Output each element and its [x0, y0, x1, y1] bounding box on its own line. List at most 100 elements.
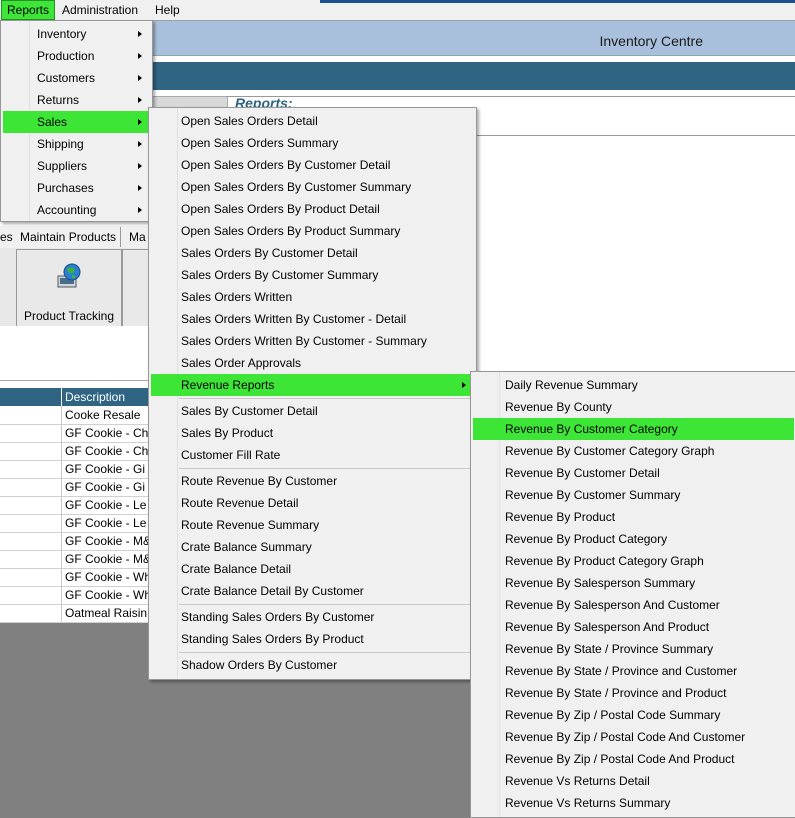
product-tracking-button[interactable]: Product Tracking: [16, 249, 122, 327]
menu-item-crate-balance-detail[interactable]: Crate Balance Detail: [151, 558, 474, 580]
menu-item-revenue-by-zip-postal-code-and-customer[interactable]: Revenue By Zip / Postal Code And Custome…: [473, 726, 794, 748]
menu-item-shadow-orders-by-customer[interactable]: Shadow Orders By Customer: [151, 654, 474, 676]
menu-item-revenue-by-salesperson-and-product[interactable]: Revenue By Salesperson And Product: [473, 616, 794, 638]
table-cell-description[interactable]: GF Cookie - M&: [65, 550, 149, 568]
menu-item-suppliers[interactable]: Suppliers: [3, 155, 150, 177]
menu-item-revenue-by-state-province-and-customer[interactable]: Revenue By State / Province and Customer: [473, 660, 794, 682]
table-cell-code[interactable]: [0, 478, 62, 496]
menu-item-customers[interactable]: Customers: [3, 67, 150, 89]
menu-item-standing-sales-orders-by-product[interactable]: Standing Sales Orders By Product: [151, 628, 474, 650]
menu-bar: Reports Administration Help: [0, 0, 795, 21]
table-row[interactable]: GF Cookie - Ch: [0, 442, 150, 461]
table-cell-description[interactable]: Oatmeal Raisin: [65, 604, 149, 622]
toolbar-button-partial[interactable]: [122, 249, 151, 327]
table-cell-code[interactable]: [0, 532, 62, 550]
table-cell-code[interactable]: [0, 424, 62, 442]
table-cell-code[interactable]: [0, 496, 62, 514]
table-cell-description[interactable]: GF Cookie - Gi: [65, 478, 149, 496]
menu-item-revenue-by-salesperson-summary[interactable]: Revenue By Salesperson Summary: [473, 572, 794, 594]
table-row[interactable]: GF Cookie - Le: [0, 514, 150, 533]
menu-item-open-sales-orders-by-customer-summary[interactable]: Open Sales Orders By Customer Summary: [151, 176, 474, 198]
table-cell-description[interactable]: GF Cookie - Wh: [65, 586, 149, 604]
menu-item-revenue-vs-returns-detail[interactable]: Revenue Vs Returns Detail: [473, 770, 794, 792]
table-cell-code[interactable]: [0, 514, 62, 532]
table-cell-code[interactable]: [0, 442, 62, 460]
menu-reports[interactable]: Reports: [1, 0, 56, 20]
menu-item-sales-orders-by-customer-summary[interactable]: Sales Orders By Customer Summary: [151, 264, 474, 286]
menu-item-revenue-by-customer-detail[interactable]: Revenue By Customer Detail: [473, 462, 794, 484]
menu-item-open-sales-orders-detail[interactable]: Open Sales Orders Detail: [151, 110, 474, 132]
menu-item-open-sales-orders-summary[interactable]: Open Sales Orders Summary: [151, 132, 474, 154]
menu-item-revenue-by-customer-category-graph[interactable]: Revenue By Customer Category Graph: [473, 440, 794, 462]
table-row[interactable]: GF Cookie - Wh: [0, 586, 150, 605]
menu-item-crate-balance-detail-by-customer[interactable]: Crate Balance Detail By Customer: [151, 580, 474, 602]
menu-item-sales-order-approvals[interactable]: Sales Order Approvals: [151, 352, 474, 374]
tab-maintain-products[interactable]: Maintain Products: [16, 227, 122, 247]
menu-item-route-revenue-summary[interactable]: Route Revenue Summary: [151, 514, 474, 536]
menu-item-sales-by-product[interactable]: Sales By Product: [151, 422, 474, 444]
table-cell-code[interactable]: [0, 460, 62, 478]
table-cell-code[interactable]: [0, 586, 62, 604]
menu-item-revenue-by-state-province-and-product[interactable]: Revenue By State / Province and Product: [473, 682, 794, 704]
menu-item-sales[interactable]: Sales: [3, 111, 150, 133]
menu-help[interactable]: Help: [150, 1, 185, 19]
menu-item-open-sales-orders-by-customer-detail[interactable]: Open Sales Orders By Customer Detail: [151, 154, 474, 176]
menu-item-crate-balance-summary[interactable]: Crate Balance Summary: [151, 536, 474, 558]
menu-administration[interactable]: Administration: [57, 1, 143, 19]
menu-item-returns[interactable]: Returns: [3, 89, 150, 111]
menu-item-revenue-by-zip-postal-code-and-product[interactable]: Revenue By Zip / Postal Code And Product: [473, 748, 794, 770]
menu-item-revenue-by-salesperson-and-customer[interactable]: Revenue By Salesperson And Customer: [473, 594, 794, 616]
menu-item-revenue-by-zip-postal-code-summary[interactable]: Revenue By Zip / Postal Code Summary: [473, 704, 794, 726]
menu-item-open-sales-orders-by-product-detail[interactable]: Open Sales Orders By Product Detail: [151, 198, 474, 220]
table-cell-code[interactable]: [0, 604, 62, 622]
table-row[interactable]: GF Cookie - Wh: [0, 568, 150, 587]
table-row[interactable]: Oatmeal Raisin: [0, 604, 150, 623]
table-row[interactable]: GF Cookie - Gi: [0, 460, 150, 479]
table-cell-description[interactable]: GF Cookie - Gi: [65, 460, 149, 478]
table-cell-code[interactable]: [0, 406, 62, 424]
menu-item-revenue-by-state-province-summary[interactable]: Revenue By State / Province Summary: [473, 638, 794, 660]
menu-item-sales-orders-written-by-customer-summary[interactable]: Sales Orders Written By Customer - Summa…: [151, 330, 474, 352]
menu-item-revenue-by-customer-summary[interactable]: Revenue By Customer Summary: [473, 484, 794, 506]
menu-item-sales-orders-written[interactable]: Sales Orders Written: [151, 286, 474, 308]
table-cell-description[interactable]: GF Cookie - Ch: [65, 442, 149, 460]
menu-item-standing-sales-orders-by-customer[interactable]: Standing Sales Orders By Customer: [151, 606, 474, 628]
table-row[interactable]: GF Cookie - Le: [0, 496, 150, 515]
menu-item-sales-by-customer-detail[interactable]: Sales By Customer Detail: [151, 400, 474, 422]
table-row[interactable]: GF Cookie - Ch: [0, 424, 150, 443]
tab-partial-right[interactable]: Ma: [125, 227, 150, 247]
table-cell-description[interactable]: GF Cookie - Le: [65, 514, 149, 532]
menu-item-open-sales-orders-by-product-summary[interactable]: Open Sales Orders By Product Summary: [151, 220, 474, 242]
menu-item-purchases[interactable]: Purchases: [3, 177, 150, 199]
menu-item-sales-orders-by-customer-detail[interactable]: Sales Orders By Customer Detail: [151, 242, 474, 264]
menu-item-revenue-reports[interactable]: Revenue Reports: [151, 374, 474, 396]
table-cell-description[interactable]: GF Cookie - M&: [65, 532, 149, 550]
menu-item-production[interactable]: Production: [3, 45, 150, 67]
menu-item-revenue-by-product-category[interactable]: Revenue By Product Category: [473, 528, 794, 550]
table-cell-description[interactable]: GF Cookie - Wh: [65, 568, 149, 586]
table-cell-description[interactable]: GF Cookie - Le: [65, 496, 149, 514]
table-row[interactable]: GF Cookie - M&: [0, 532, 150, 551]
menu-item-customer-fill-rate[interactable]: Customer Fill Rate: [151, 444, 474, 466]
menu-item-revenue-by-customer-category[interactable]: Revenue By Customer Category: [473, 418, 794, 440]
grid-header-code[interactable]: [0, 388, 61, 406]
table-cell-code[interactable]: [0, 568, 62, 586]
table-cell-code[interactable]: [0, 550, 62, 568]
menu-item-revenue-by-county[interactable]: Revenue By County: [473, 396, 794, 418]
menu-item-shipping[interactable]: Shipping: [3, 133, 150, 155]
menu-item-accounting[interactable]: Accounting: [3, 199, 150, 221]
menu-item-revenue-vs-returns-summary[interactable]: Revenue Vs Returns Summary: [473, 792, 794, 814]
menu-item-revenue-by-product[interactable]: Revenue By Product: [473, 506, 794, 528]
menu-item-inventory[interactable]: Inventory: [3, 23, 150, 45]
table-row[interactable]: GF Cookie - M&: [0, 550, 150, 569]
menu-item-route-revenue-detail[interactable]: Route Revenue Detail: [151, 492, 474, 514]
table-cell-description[interactable]: GF Cookie - Ch: [65, 424, 149, 442]
table-row[interactable]: GF Cookie - Gi: [0, 478, 150, 497]
menu-item-sales-orders-written-by-customer-detail[interactable]: Sales Orders Written By Customer - Detai…: [151, 308, 474, 330]
grid-header-description[interactable]: Description: [62, 388, 150, 406]
table-row[interactable]: Cooke Resale: [0, 406, 150, 425]
menu-item-route-revenue-by-customer[interactable]: Route Revenue By Customer: [151, 470, 474, 492]
table-cell-description[interactable]: Cooke Resale: [65, 406, 149, 424]
menu-item-revenue-by-product-category-graph[interactable]: Revenue By Product Category Graph: [473, 550, 794, 572]
menu-item-daily-revenue-summary[interactable]: Daily Revenue Summary: [473, 374, 794, 396]
